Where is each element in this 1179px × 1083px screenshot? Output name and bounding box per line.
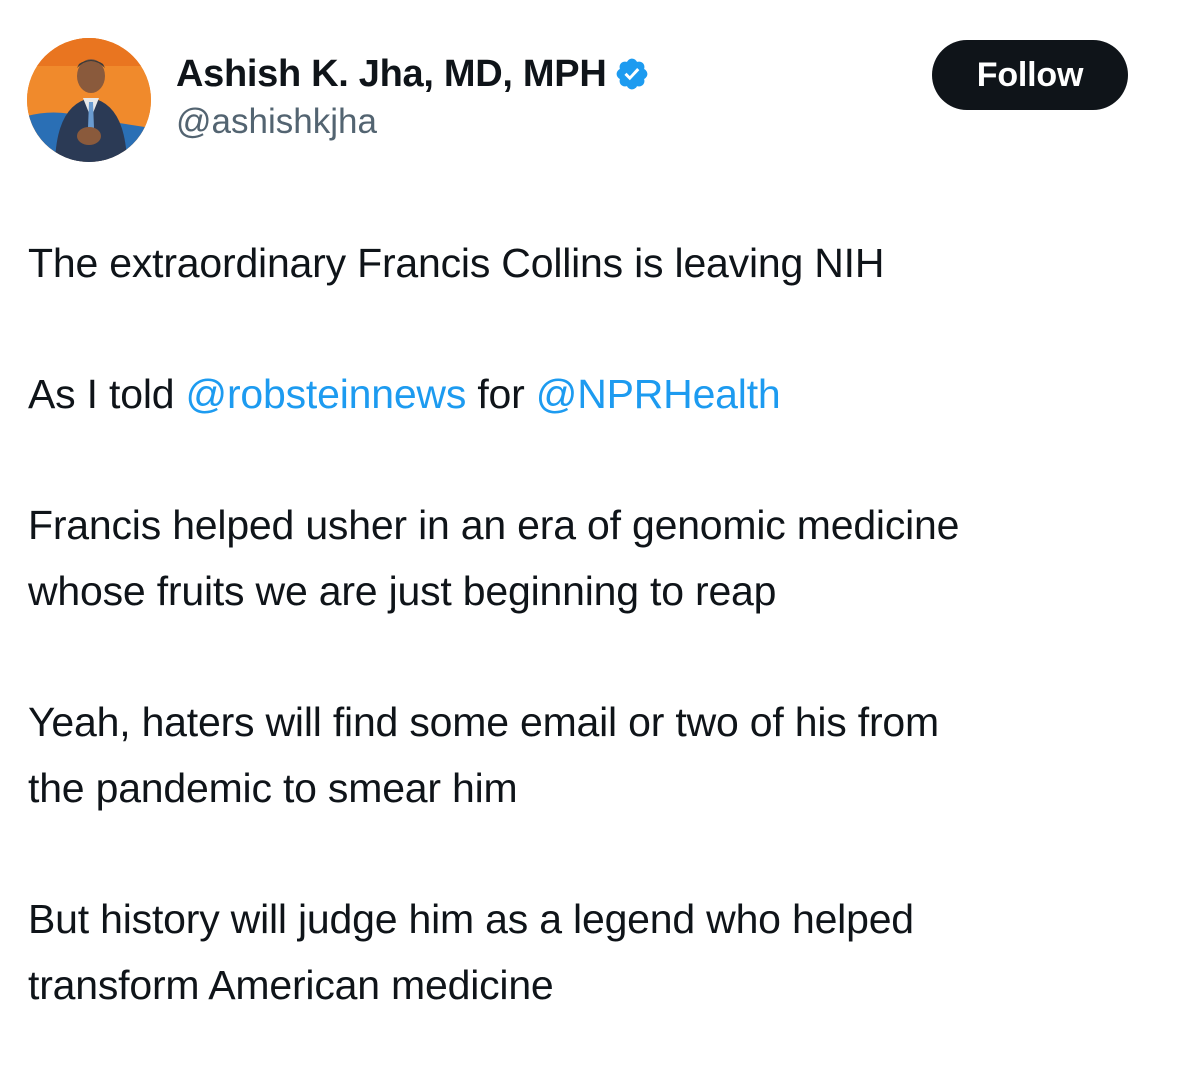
author-handle[interactable]: @ashishkjha bbox=[176, 102, 650, 142]
author-info: Ashish K. Jha, MD, MPH @ashishkjha bbox=[176, 48, 650, 142]
tweet-text-segment: for bbox=[466, 371, 536, 417]
tweet-line: the pandemic to smear him bbox=[28, 765, 518, 811]
tweet-line: The extraordinary Francis Collins is lea… bbox=[28, 240, 885, 286]
tweet-line: whose fruits we are just beginning to re… bbox=[28, 568, 777, 614]
tweet-line: But history will judge him as a legend w… bbox=[28, 896, 914, 942]
author-display-name[interactable]: Ashish K. Jha, MD, MPH bbox=[176, 53, 607, 96]
mention-link-nprhealth[interactable]: @NPRHealth bbox=[536, 371, 781, 417]
tweet-text: The extraordinary Francis Collins is lea… bbox=[28, 230, 1148, 1083]
tweet-line: Yeah, haters will find some email or two… bbox=[28, 699, 939, 745]
tweet-header: Ashish K. Jha, MD, MPH @ashishkjha Follo… bbox=[0, 0, 1179, 180]
tweet-text-segment: As I told bbox=[28, 371, 186, 417]
tweet-paragraph-5: But history will judge him as a legend w… bbox=[28, 886, 1148, 1018]
tweet-paragraph-3: Francis helped usher in an era of genomi… bbox=[28, 492, 1148, 624]
mention-link-robsteinnews[interactable]: @robsteinnews bbox=[186, 371, 467, 417]
verified-badge-icon[interactable] bbox=[614, 56, 650, 92]
tweet-paragraph-1: The extraordinary Francis Collins is lea… bbox=[28, 230, 1148, 296]
display-name-row: Ashish K. Jha, MD, MPH bbox=[176, 48, 650, 100]
tweet-line: transform American medicine bbox=[28, 962, 554, 1008]
tweet-paragraph-2: As I told @robsteinnews for @NPRHealth bbox=[28, 361, 1148, 427]
tweet-line: Francis helped usher in an era of genomi… bbox=[28, 502, 960, 548]
author-avatar[interactable] bbox=[27, 38, 151, 162]
follow-button[interactable]: Follow bbox=[932, 40, 1128, 110]
tweet-paragraph-4: Yeah, haters will find some email or two… bbox=[28, 689, 1148, 821]
avatar-photo-icon bbox=[27, 38, 151, 162]
tweet-line: As I told @robsteinnews for @NPRHealth bbox=[28, 361, 1148, 427]
